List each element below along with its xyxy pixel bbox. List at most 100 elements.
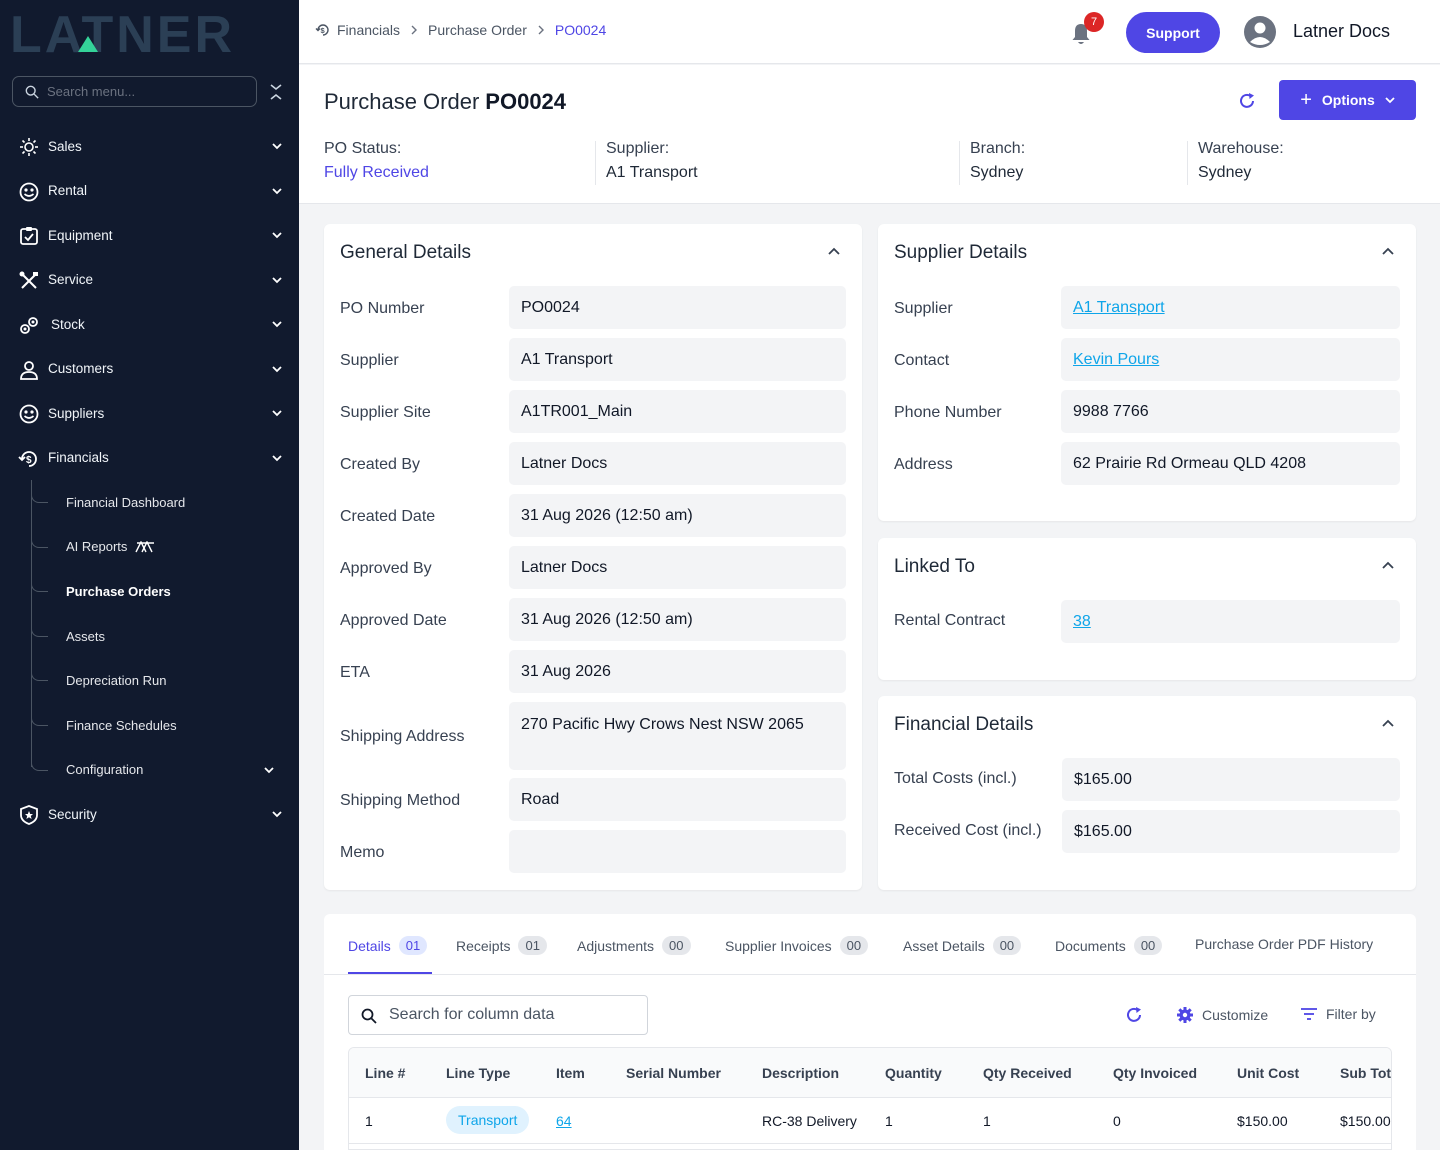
tab-count: 01 [398, 936, 428, 955]
tab-po-pdf-history[interactable]: Purchase Order PDF History [1195, 936, 1373, 952]
sidebar-item-sales[interactable]: Sales [0, 124, 299, 169]
sidebar-item-security[interactable]: Security [0, 792, 299, 837]
po-status-value: Fully Received [324, 164, 429, 181]
menu-search-input[interactable] [47, 84, 237, 99]
approved-date-value: 31 Aug 2026 (12:50 am) [509, 598, 846, 641]
supplier-link[interactable]: A1 Transport [1061, 286, 1400, 329]
chevron-up-icon[interactable] [1382, 718, 1394, 728]
chevron-down-icon [272, 143, 282, 150]
chevron-down-icon [264, 766, 274, 773]
sidebar-item-label: Stock [51, 316, 85, 332]
options-button[interactable]: + Options [1279, 80, 1416, 120]
tab-receipts[interactable]: Receipts 01 [456, 936, 547, 955]
collapse-sidebar-icon[interactable] [268, 82, 284, 102]
tab-asset-details[interactable]: Asset Details 00 [903, 936, 1022, 955]
chevron-up-icon[interactable] [828, 246, 840, 256]
column-header[interactable]: Qty Invoiced [1113, 1065, 1197, 1081]
latner-logo[interactable]: LATNER [10, 6, 280, 64]
sidebar-item-stock[interactable]: Stock [0, 302, 299, 347]
rental-contract-link[interactable]: 38 [1061, 600, 1400, 643]
chevron-up-icon[interactable] [1382, 560, 1394, 570]
sidebar-item-finance-schedules[interactable]: Finance Schedules [0, 703, 299, 748]
chevron-down-icon [272, 187, 282, 194]
table-header: Line # Line Type Item Serial Number Desc… [349, 1048, 1391, 1098]
sidebar-item-customers[interactable]: Customers [0, 347, 299, 392]
tab-details[interactable]: Details 01 [348, 936, 428, 955]
sidebar-item-label: Assets [66, 628, 106, 644]
tab-label: Receipts [456, 937, 511, 954]
menu-search[interactable] [12, 76, 257, 107]
chevron-up-icon [272, 454, 282, 461]
divider [959, 141, 960, 185]
refresh-icon[interactable] [1237, 91, 1257, 111]
po-header: Purchase Order PO0024 + Options PO Status:… [299, 65, 1440, 204]
row-label: Total Costs (incl.) [894, 770, 1017, 787]
suppliers-icon [19, 404, 39, 424]
tab-documents[interactable]: Documents 00 [1055, 936, 1163, 955]
row-label: Created Date [340, 508, 436, 525]
sidebar-item-service[interactable]: Service [0, 258, 299, 303]
sidebar-item-financial-dashboard[interactable]: Financial Dashboard [0, 480, 299, 525]
customize-button[interactable]: Customize [1176, 1006, 1268, 1024]
table-search[interactable] [348, 995, 648, 1035]
financials-icon: $ [18, 450, 37, 467]
column-header[interactable]: Serial Number [626, 1065, 721, 1081]
sidebar-item-label: Customers [48, 361, 114, 377]
tab-adjustments[interactable]: Adjustments 00 [577, 936, 691, 955]
sidebar-item-label: Security [48, 806, 97, 822]
column-header[interactable]: Unit Cost [1237, 1065, 1299, 1081]
unit-cost: $150.00 [1237, 1113, 1288, 1129]
refresh-icon[interactable] [1124, 1005, 1144, 1025]
service-icon [19, 271, 38, 289]
sidebar-item-assets[interactable]: Assets [0, 614, 299, 659]
row-label: Address [894, 456, 953, 473]
sidebar-item-rental[interactable]: Rental [0, 169, 299, 214]
sidebar-item-depreciation-run[interactable]: Depreciation Run [0, 658, 299, 703]
user-name[interactable]: Latner Docs [1293, 21, 1390, 42]
item-link[interactable]: 64 [556, 1113, 572, 1129]
breadcrumb: $ Financials Purchase Order PO0024 [315, 22, 606, 38]
sidebar-item-label: Suppliers [48, 405, 105, 421]
tab-supplier-invoices[interactable]: Supplier Invoices 00 [725, 936, 869, 955]
sub-total: $150.00 [1340, 1113, 1391, 1129]
contact-link[interactable]: Kevin Pours [1061, 338, 1400, 381]
avatar[interactable] [1244, 16, 1276, 48]
table-row[interactable]: 1 Transport 64 RC-38 Delivery 1 1 0 $150… [349, 1098, 1391, 1144]
sidebar-item-purchase-orders[interactable]: Purchase Orders [0, 569, 299, 614]
column-header[interactable]: Line # [365, 1065, 405, 1081]
tab-label: Adjustments [577, 937, 655, 954]
created-by-value: Latner Docs [509, 442, 846, 485]
row-label: Supplier [340, 352, 399, 369]
sidebar-item-configuration[interactable]: Configuration [0, 748, 299, 793]
sidebar-item-suppliers[interactable]: Suppliers [0, 391, 299, 436]
support-button[interactable]: Support [1126, 12, 1220, 53]
address-value: 62 Prairie Rd Ormeau QLD 4208 [1061, 442, 1400, 485]
column-header[interactable]: Qty Received [983, 1065, 1072, 1081]
sidebar-item-equipment[interactable]: Equipment [0, 213, 299, 258]
column-header[interactable]: Line Type [446, 1065, 510, 1081]
general-details-card: General Details PO Number PO0024 Supplie… [324, 224, 862, 890]
divider [595, 141, 596, 185]
card-title: General Details [340, 242, 471, 263]
sidebar-item-label: AI Reports [66, 539, 128, 555]
filter-button[interactable]: Filter by [1300, 1006, 1376, 1022]
row-label: Received Cost (incl.) [894, 822, 1042, 839]
column-header[interactable]: Quantity [885, 1065, 942, 1081]
column-header[interactable]: Sub Tot [1340, 1065, 1391, 1081]
sidebar-item-label: Service [48, 272, 94, 288]
column-header[interactable]: Description [762, 1065, 839, 1081]
breadcrumb-purchase-order[interactable]: Purchase Order [428, 22, 527, 38]
row-label: Shipping Method [340, 792, 461, 809]
sidebar-item-label: Equipment [48, 227, 113, 243]
chevron-up-icon[interactable] [1382, 246, 1394, 256]
sidebar-item-financials[interactable]: $ Financials [0, 436, 299, 481]
rental-icon [19, 182, 39, 201]
warehouse-field: Warehouse: Sydney [1198, 140, 1284, 182]
logo-text: LATNER [10, 10, 235, 56]
column-header[interactable]: Item [556, 1065, 585, 1081]
sidebar-item-label: Financial Dashboard [66, 494, 186, 510]
sidebar-item-ai-reports[interactable]: AI Reports [0, 525, 299, 570]
breadcrumb-financials[interactable]: Financials [337, 22, 400, 38]
phone-value: 9988 7766 [1061, 390, 1400, 433]
table-search-input[interactable] [389, 1006, 629, 1024]
